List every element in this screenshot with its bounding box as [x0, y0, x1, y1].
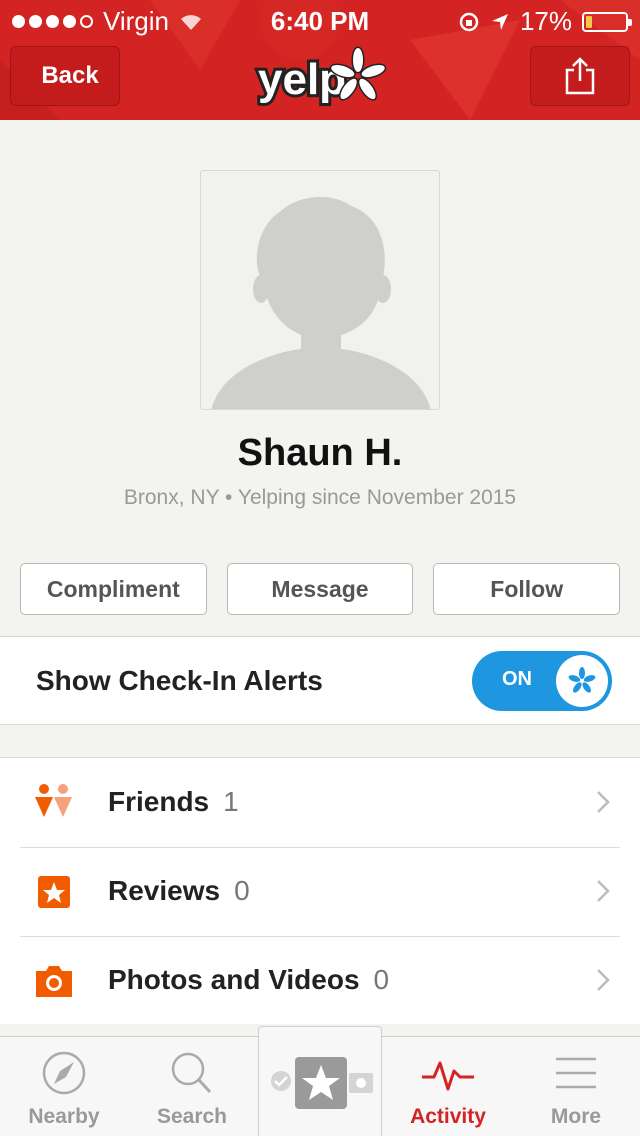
message-button[interactable]: Message — [226, 563, 414, 615]
tab-nearby-label: Nearby — [28, 1105, 100, 1128]
activity-pulse-icon — [422, 1061, 474, 1091]
yelp-burst-icon — [568, 667, 596, 693]
review-star-icon — [38, 876, 70, 908]
battery-percent: 17% — [519, 6, 572, 36]
search-icon — [171, 1052, 212, 1094]
battery-icon — [582, 11, 632, 32]
profile-actions: Compliment Message Follow — [20, 563, 621, 615]
profile-location: Bronx, NY — [123, 486, 220, 509]
chevron-right-icon — [597, 791, 610, 813]
compliment-button[interactable]: Compliment — [20, 563, 207, 615]
tab-activity[interactable]: Activity — [384, 1037, 512, 1136]
profile-links-list: Friends 1 Reviews 0 Photos and Videos 0 — [0, 757, 640, 1024]
list-item-label: Photos and Videos 0 — [108, 964, 389, 996]
app-header: Virgin 6:40 PM 17% Back yelp — [0, 0, 640, 120]
friends-count: 1 — [223, 786, 239, 817]
review-checkin-photo-icon — [271, 1057, 373, 1109]
profile-avatar[interactable] — [200, 170, 440, 410]
status-bar: Virgin 6:40 PM 17% — [0, 0, 640, 40]
toggle-knob — [556, 655, 608, 707]
photos-label: Photos and Videos — [108, 964, 360, 995]
profile-name: Shaun H. — [237, 432, 403, 474]
share-icon — [565, 57, 595, 95]
chevron-right-icon — [597, 969, 610, 991]
list-item-label: Friends 1 — [108, 786, 239, 818]
tab-more-label: More — [550, 1105, 602, 1128]
tab-nearby[interactable]: Nearby — [0, 1037, 128, 1136]
follow-button[interactable]: Follow — [433, 563, 621, 615]
camera-icon — [36, 966, 72, 997]
tab-search-label: Search — [156, 1105, 228, 1128]
center-action-tab[interactable] — [258, 1026, 382, 1136]
list-item-label: Reviews 0 — [108, 875, 250, 907]
list-item-reviews[interactable]: Reviews 0 — [0, 847, 640, 936]
tab-more[interactable]: More — [512, 1037, 640, 1136]
checkin-alerts-row: Show Check-In Alerts ON — [0, 636, 640, 725]
yelp-logo: yelp — [255, 46, 387, 107]
rotation-lock-icon — [459, 12, 479, 31]
friends-label: Friends — [108, 786, 210, 817]
location-arrow-icon — [491, 13, 508, 30]
chevron-right-icon — [597, 880, 610, 902]
compass-icon — [42, 1051, 86, 1095]
checkin-alerts-label: Show Check-In Alerts — [36, 665, 323, 696]
list-item-friends[interactable]: Friends 1 — [0, 758, 640, 847]
tab-search[interactable]: Search — [128, 1037, 256, 1136]
reviews-label: Reviews — [108, 875, 221, 906]
checkin-alerts-toggle[interactable]: ON — [472, 651, 612, 711]
toggle-state-label: ON — [502, 668, 532, 690]
svg-text:yelp: yelp — [258, 55, 346, 104]
yelping-since: Yelping since November 2015 — [237, 486, 517, 509]
menu-icon — [556, 1057, 596, 1089]
reviews-count: 0 — [234, 875, 250, 906]
default-user-silhouette-icon — [211, 196, 431, 409]
list-item-photos[interactable]: Photos and Videos 0 — [0, 936, 640, 1025]
back-button[interactable]: Back — [10, 46, 120, 106]
meta-separator: • — [225, 486, 233, 509]
profile-meta: Bronx, NY • Yelping since November 2015 — [0, 486, 640, 510]
back-button-label: Back — [41, 62, 99, 89]
photos-count: 0 — [373, 964, 390, 995]
share-button[interactable] — [530, 46, 630, 106]
tab-activity-label: Activity — [410, 1105, 486, 1128]
friends-icon — [35, 784, 72, 817]
